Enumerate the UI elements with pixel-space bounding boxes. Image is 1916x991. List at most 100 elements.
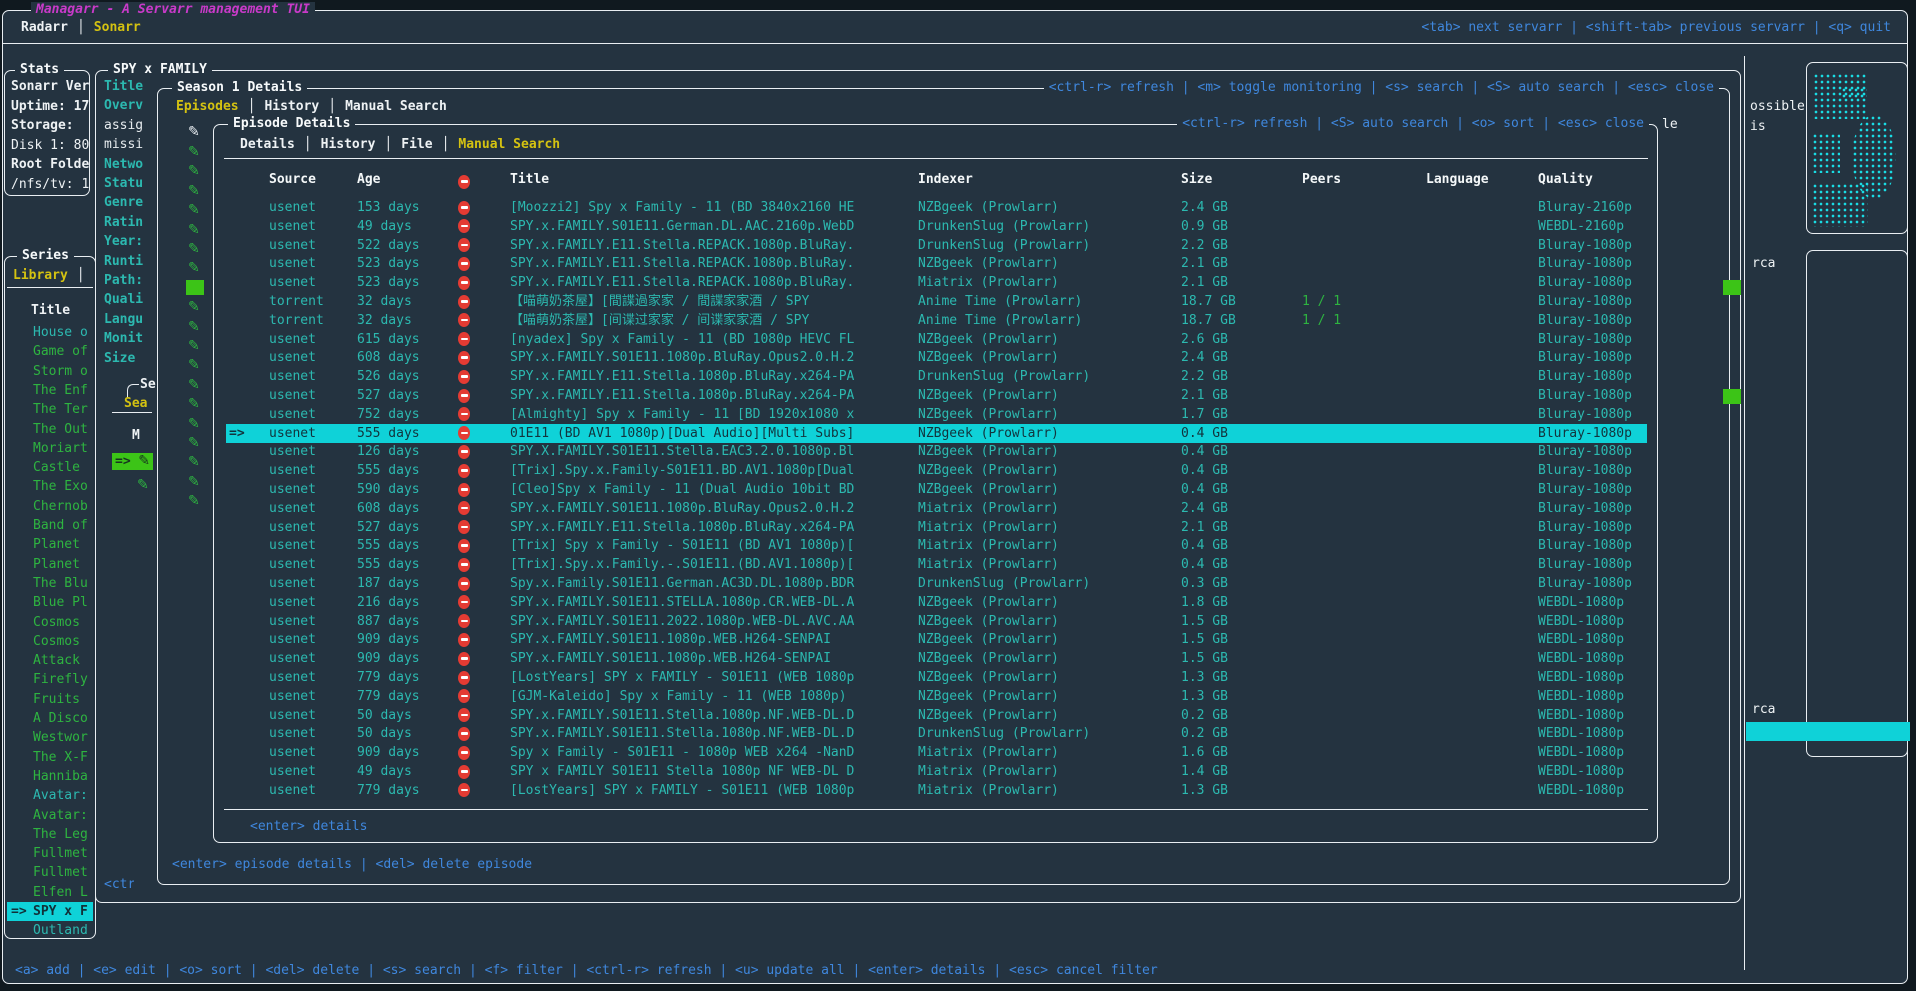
release-row[interactable]: usenet909 daysSPY.x.FAMILY.S01E11.1080p.… (226, 649, 1647, 668)
series-list-item[interactable]: A Disco (7, 709, 93, 728)
seasons-tab-fragment[interactable]: Sea (124, 396, 147, 411)
cell-age: 779 days (357, 781, 420, 800)
release-row[interactable]: usenet126 daysSPY.X.FAMILY.S01E11.Stella… (226, 442, 1647, 461)
tab-manual-search[interactable]: Manual Search (345, 99, 447, 114)
cell-age: 555 days (357, 461, 420, 480)
series-list-item[interactable]: The X-F (7, 748, 93, 767)
tab-history[interactable]: History (321, 137, 376, 152)
cell-title: SPY.x.FAMILY.S01E11.German.DL.AAC.2160p.… (510, 217, 912, 236)
series-list-item[interactable]: Hanniba (7, 767, 93, 786)
series-list-item[interactable]: The Exo (7, 477, 93, 496)
cell-size: 0.2 GB (1181, 706, 1228, 725)
series-field-netwo: Netwo (104, 157, 143, 172)
series-list-item[interactable]: Westwor (7, 728, 93, 747)
cell-age: 49 days (357, 217, 412, 236)
tab-details[interactable]: Details (240, 137, 295, 152)
tab-manual-search[interactable]: Manual Search (458, 137, 560, 152)
series-list-item[interactable]: Band of (7, 516, 93, 535)
series-list-item[interactable]: Castle (7, 458, 93, 477)
release-row[interactable]: usenet615 days[nyadex] Spy x Family - 11… (226, 330, 1647, 349)
cell-source: usenet (269, 762, 316, 781)
release-row[interactable]: usenet608 daysSPY.x.FAMILY.S01E11.1080p.… (226, 348, 1647, 367)
release-row[interactable]: usenet779 days[GJM-Kaleido] Spy x Family… (226, 687, 1647, 706)
release-row[interactable]: usenet608 daysSPY.x.FAMILY.S01E11.1080p.… (226, 499, 1647, 518)
release-row[interactable]: usenet555 days[Trix] Spy x Family - S01E… (226, 536, 1647, 555)
series-list-item[interactable]: The Leg (7, 825, 93, 844)
release-row[interactable]: usenet909 daysSPY.x.FAMILY.S01E11.1080p.… (226, 630, 1647, 649)
seasons-selected-row-fragment[interactable]: =>✎ (112, 453, 153, 470)
release-row[interactable]: usenet50 daysSPY.x.FAMILY.S01E11.Stella.… (226, 706, 1647, 725)
release-row[interactable]: usenet49 daysSPY.x.FAMILY.S01E11.German.… (226, 217, 1647, 236)
release-row[interactable]: usenet49 daysSPY x FAMILY S01E11 Stella … (226, 762, 1647, 781)
series-list-item[interactable]: Fruits (7, 690, 93, 709)
series-list-item[interactable]: House o (7, 323, 93, 342)
cell-title: [LostYears] SPY x FAMILY - S01E11 (WEB 1… (510, 781, 912, 800)
series-list-item[interactable]: The Out (7, 420, 93, 439)
series-list-item[interactable]: Attack (7, 651, 93, 670)
series-list-item[interactable]: Planet (7, 535, 93, 554)
series-list-item[interactable]: Chernob (7, 497, 93, 516)
series-list-item[interactable]: Storm o (7, 362, 93, 381)
cell-quality: WEBDL-1080p (1538, 630, 1624, 649)
series-list-item[interactable]: Avatar: (7, 786, 93, 805)
stats-line: /nfs/tv: 1 (11, 177, 89, 192)
rejected-icon (458, 577, 470, 591)
rejected-icon (458, 445, 470, 459)
series-list-item[interactable]: Planet (7, 555, 93, 574)
release-row[interactable]: usenet555 days[Trix].Spy.x.Family-S01E11… (226, 461, 1647, 480)
release-row[interactable]: usenet752 days[Almighty] Spy x Family - … (226, 405, 1647, 424)
release-row[interactable]: usenet779 days[LostYears] SPY x FAMILY -… (226, 781, 1647, 800)
tab-file[interactable]: File (401, 137, 432, 152)
release-row[interactable]: usenet153 days[Moozzi2] Spy x Family - 1… (226, 198, 1647, 217)
cell-title: [GJM-Kaleido] Spy x Family - 11 (WEB 108… (510, 687, 912, 706)
release-row[interactable]: usenet527 daysSPY.x.FAMILY.E11.Stella.10… (226, 386, 1647, 405)
series-title: Fullmet (7, 846, 88, 861)
tab-episodes[interactable]: Episodes (176, 99, 239, 114)
release-row[interactable]: usenet555 days[Trix].Spy.x.Family.-.S01E… (226, 555, 1647, 574)
cell-source: usenet (269, 461, 316, 480)
tab-history[interactable]: History (264, 99, 319, 114)
series-list-item[interactable]: Fullmet (7, 863, 93, 882)
tab-radarr[interactable]: Radarr (21, 20, 68, 35)
series-list-item[interactable]: Firefly (7, 670, 93, 689)
series-list-item[interactable]: Moriart (7, 439, 93, 458)
release-row[interactable]: torrent32 days【喵萌奶茶屋】[間諜過家家 / 間諜家家酒 / SP… (226, 292, 1647, 311)
cell-title: Spy x Family - S01E11 - 1080p WEB x264 -… (510, 743, 912, 762)
series-list-item[interactable]: Avatar: (7, 806, 93, 825)
tab-sonarr[interactable]: Sonarr (94, 20, 141, 35)
release-row[interactable]: usenet590 days[Cleo]Spy x Family - 11 (D… (226, 480, 1647, 499)
release-row[interactable]: usenet187 daysSpy.x.Family.S01E11.German… (226, 574, 1647, 593)
series-list-item[interactable]: Cosmos (7, 613, 93, 632)
series-list-item[interactable]: =>SPY x F (7, 902, 93, 921)
series-list-item[interactable]: The Ter (7, 400, 93, 419)
series-list-item[interactable]: Outland (7, 921, 93, 940)
release-row[interactable]: usenet887 daysSPY.x.FAMILY.S01E11.2022.1… (226, 612, 1647, 631)
release-row[interactable]: usenet526 daysSPY.x.FAMILY.E11.Stella.10… (226, 367, 1647, 386)
cell-quality: Bluray-1080p (1538, 480, 1632, 499)
series-field-size: Size (104, 351, 135, 366)
release-row[interactable]: usenet522 daysSPY.x.FAMILY.E11.Stella.RE… (226, 236, 1647, 255)
series-list-item[interactable]: Elfen L (7, 883, 93, 902)
release-row[interactable]: usenet779 days[LostYears] SPY x FAMILY -… (226, 668, 1647, 687)
series-list-item[interactable]: Cosmos (7, 632, 93, 651)
monitored-icon: ✎ (188, 358, 200, 372)
tab-library[interactable]: Library (13, 268, 68, 283)
release-row[interactable]: usenet527 daysSPY.x.FAMILY.E11.Stella.10… (226, 518, 1647, 537)
cell-quality: Bluray-1080p (1538, 442, 1632, 461)
release-row[interactable]: usenet909 daysSpy x Family - S01E11 - 10… (226, 743, 1647, 762)
series-list-item[interactable]: Blue Pl (7, 593, 93, 612)
release-row[interactable]: =>usenet555 days01E11 (BD AV1 1080p)[Dua… (226, 424, 1647, 443)
series-list-item[interactable]: Fullmet (7, 844, 93, 863)
release-row[interactable]: torrent32 days【喵萌奶茶屋】[间谍过家家 / 间谍家家酒 / SP… (226, 311, 1647, 330)
release-row[interactable]: usenet216 daysSPY.x.FAMILY.S01E11.STELLA… (226, 593, 1647, 612)
cell-indexer: NZBgeek (Prowlarr) (918, 254, 1059, 273)
cell-age: 527 days (357, 386, 420, 405)
series-list-item[interactable]: Game of (7, 342, 93, 361)
release-row[interactable]: usenet523 daysSPY.x.FAMILY.E11.Stella.RE… (226, 254, 1647, 273)
release-row[interactable]: usenet523 daysSPY.x.FAMILY.E11.Stella.RE… (226, 273, 1647, 292)
series-list-item[interactable]: The Enf (7, 381, 93, 400)
series-list-item[interactable]: The Blu (7, 574, 93, 593)
series-title: Storm o (7, 364, 88, 379)
release-row[interactable]: usenet50 daysSPY.x.FAMILY.S01E11.Stella.… (226, 724, 1647, 743)
series-title: Avatar: (7, 788, 88, 803)
